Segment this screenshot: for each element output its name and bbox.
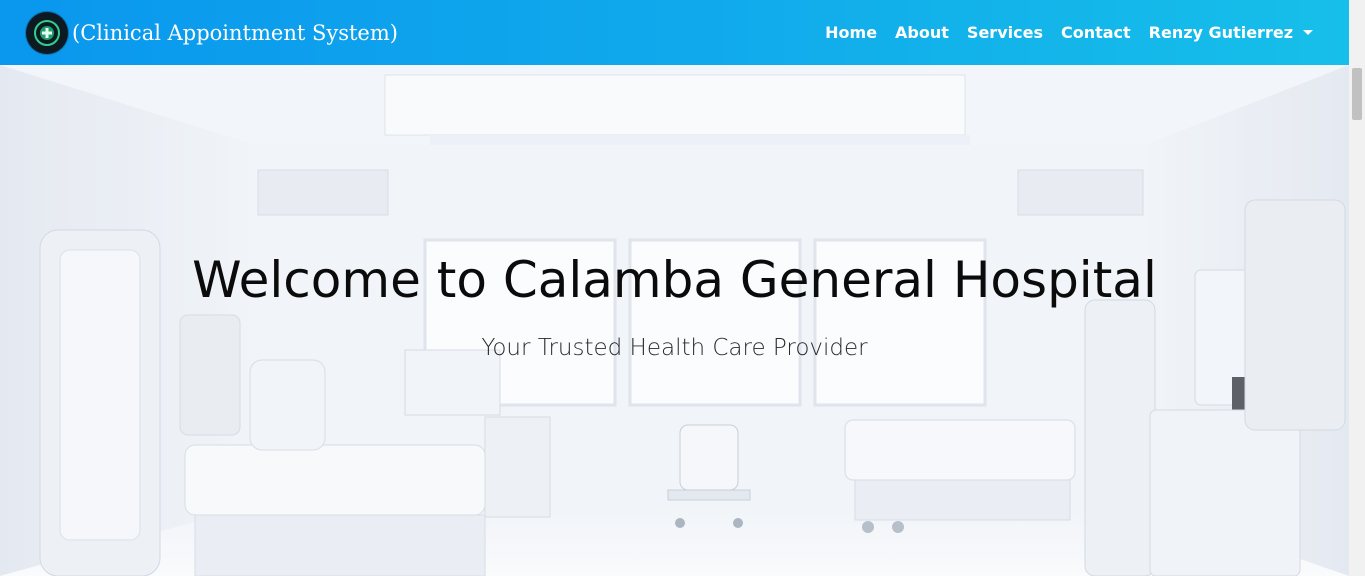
- page-scrollbar[interactable]: [1349, 0, 1365, 576]
- hospital-logo-icon: [26, 11, 68, 54]
- user-menu-dropdown[interactable]: Renzy Gutierrez: [1149, 23, 1313, 42]
- scrollbar-thumb[interactable]: [1352, 68, 1362, 120]
- user-name: Renzy Gutierrez: [1148, 23, 1293, 42]
- nav-menu: Home About Services Contact Renzy Gutier…: [807, 23, 1313, 42]
- hospital-room-image: [0, 65, 1349, 576]
- hero-section: Welcome to Calamba General Hospital Your…: [0, 65, 1349, 576]
- page: (Clinical Appointment System) Home About…: [0, 0, 1365, 576]
- navbar: (Clinical Appointment System) Home About…: [0, 0, 1349, 65]
- nav-services-link[interactable]: Services: [967, 23, 1043, 42]
- hero-title: Welcome to Calamba General Hospital: [192, 251, 1157, 309]
- brand[interactable]: (Clinical Appointment System): [26, 11, 398, 54]
- nav-about-link[interactable]: About: [895, 23, 949, 42]
- nav-contact-link[interactable]: Contact: [1061, 23, 1131, 42]
- nav-home-link[interactable]: Home: [825, 23, 877, 42]
- caret-down-icon: [1303, 30, 1313, 35]
- hero-subtitle: Your Trusted Health Care Provider: [481, 335, 868, 361]
- brand-title: (Clinical Appointment System): [72, 20, 398, 45]
